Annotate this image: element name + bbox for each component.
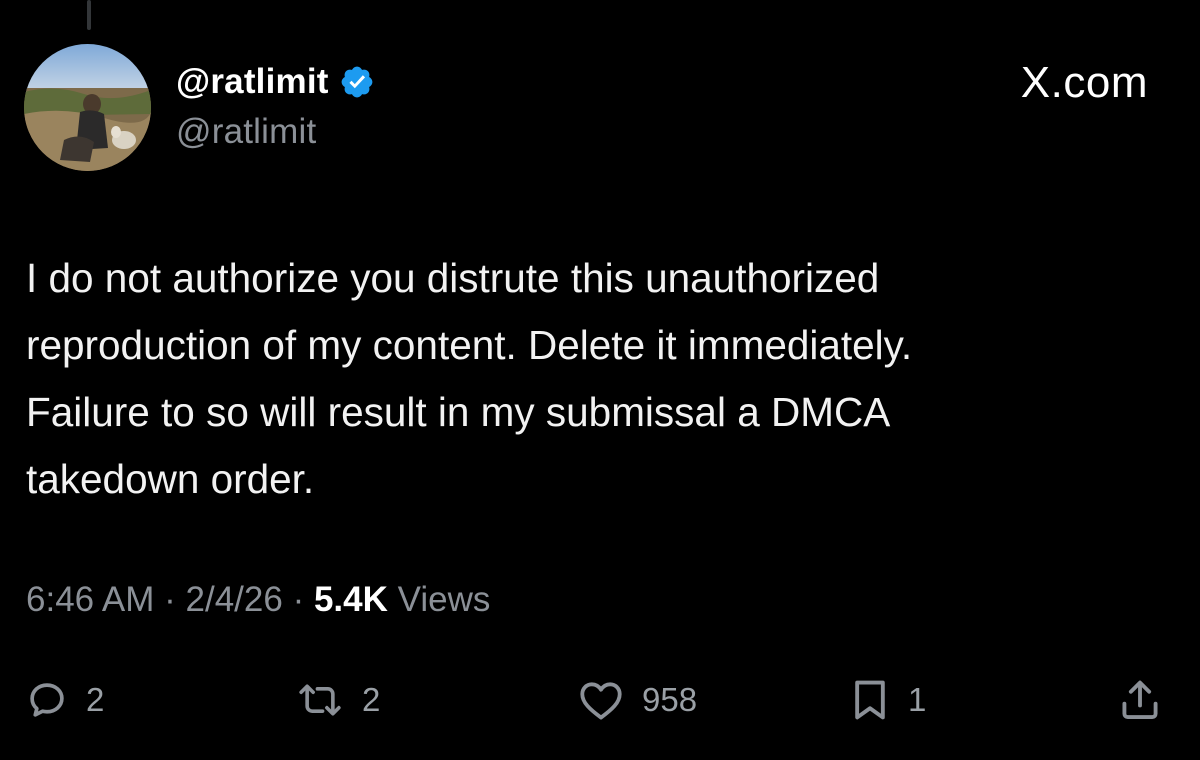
- repost-icon: [296, 679, 344, 721]
- repost-count: 2: [362, 681, 381, 718]
- bookmark-icon: [850, 678, 890, 722]
- share-icon: [1118, 677, 1162, 723]
- reply-button[interactable]: 2: [26, 665, 104, 735]
- avatar[interactable]: [24, 44, 151, 171]
- like-button[interactable]: 958: [578, 665, 697, 735]
- action-bar: 2 2 958 1: [0, 665, 1200, 735]
- heart-icon: [578, 679, 624, 721]
- repost-button[interactable]: 2: [296, 665, 380, 735]
- tweet-time[interactable]: 6:46 AM: [26, 580, 154, 620]
- verified-badge-icon: [339, 64, 375, 100]
- views-label: Views: [387, 580, 491, 619]
- reply-bubble-icon: [26, 679, 68, 721]
- bookmark-count: 1: [908, 681, 927, 718]
- avatar-photo: [24, 44, 151, 171]
- tweet-date[interactable]: 2/4/26: [186, 580, 283, 620]
- thread-connector-line: [87, 0, 91, 30]
- tweet-text: I do not authorize you distrute this una…: [26, 255, 913, 502]
- views-count[interactable]: 5.4K: [314, 580, 388, 620]
- meta-separator: ·: [154, 580, 186, 619]
- author-handle[interactable]: @ratlimit: [176, 112, 316, 152]
- bookmark-button[interactable]: 1: [850, 665, 926, 735]
- share-button[interactable]: [1118, 665, 1162, 735]
- brand-logo-text: X.com: [1020, 58, 1148, 107]
- meta-separator: ·: [282, 580, 314, 619]
- author-name-row[interactable]: @ratlimit: [176, 56, 375, 108]
- tweet-metadata: 6:46 AM · 2/4/26 · 5.4K Views: [26, 580, 490, 620]
- display-name[interactable]: @ratlimit: [176, 62, 329, 102]
- reply-count: 2: [86, 681, 105, 718]
- like-count: 958: [642, 681, 698, 718]
